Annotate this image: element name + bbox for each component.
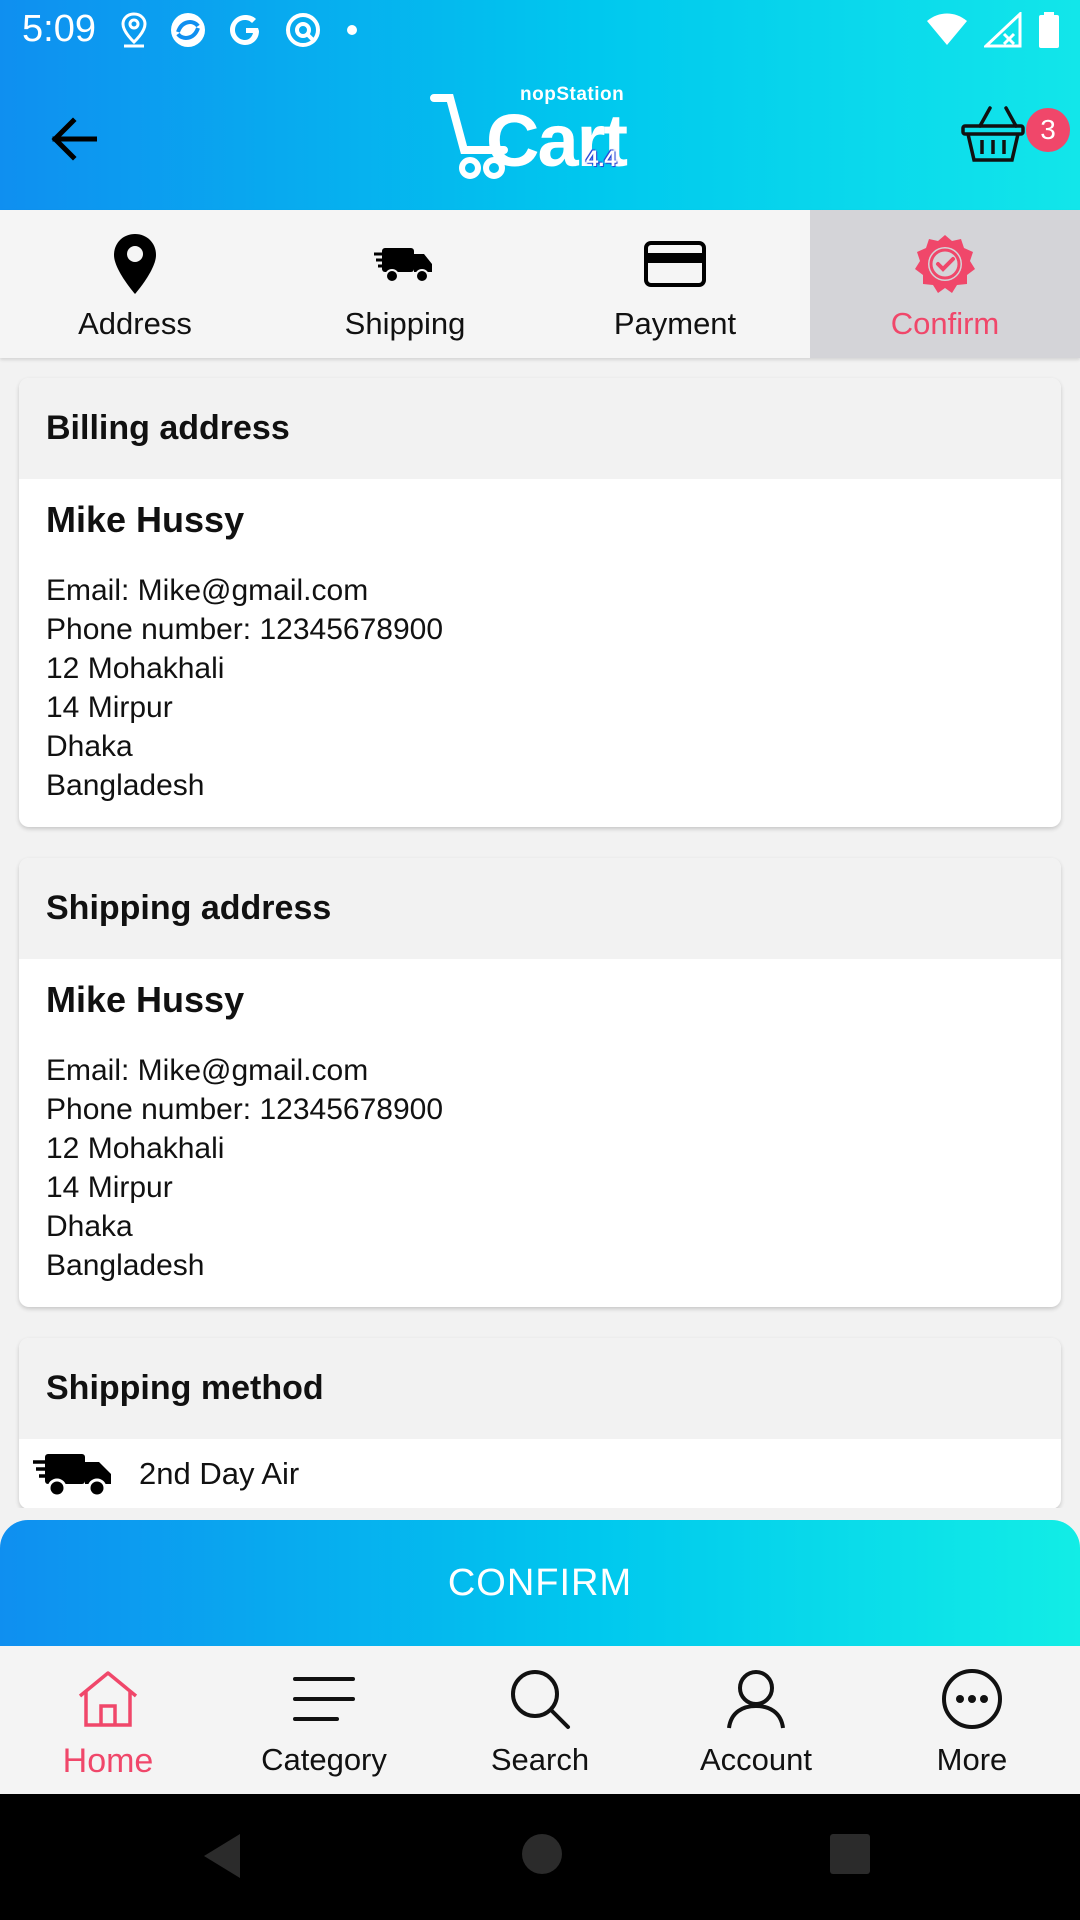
- nav-label-home: Home: [62, 1742, 154, 1780]
- arrow-back-icon: [51, 117, 97, 161]
- nav-label-category: Category: [261, 1742, 387, 1777]
- basket-icon: [961, 106, 1025, 162]
- confirm-content: Billing address Mike Hussy Email: Mike@g…: [0, 358, 1080, 1508]
- shipping-country: Bangladesh: [46, 1249, 205, 1282]
- menu-icon: [293, 1677, 355, 1721]
- step-label-shipping: Shipping: [344, 306, 466, 341]
- battery-icon: [1039, 12, 1059, 48]
- dot-status-icon: [347, 25, 357, 35]
- status-notification-icons: [120, 10, 362, 50]
- status-bar: 5:09: [0, 0, 1080, 64]
- app-status-icon: [171, 13, 205, 47]
- back-button[interactable]: [36, 102, 110, 176]
- verified-badge-icon: [915, 235, 975, 293]
- system-recents-icon[interactable]: [830, 1834, 870, 1874]
- billing-address2: 14 Mirpur: [46, 691, 173, 724]
- shipping-address-title: Shipping address: [19, 858, 1061, 959]
- nav-more[interactable]: More: [864, 1646, 1080, 1794]
- shipping-method-title: Shipping method: [19, 1338, 1061, 1439]
- shipping-address1: 12 Mohakhali: [46, 1132, 225, 1165]
- status-time: 5:09: [22, 8, 96, 50]
- billing-address-title: Billing address: [19, 378, 1061, 479]
- cellular-signal-icon: [984, 12, 1022, 48]
- nav-label-account: Account: [699, 1742, 812, 1777]
- nav-label-search: Search: [490, 1742, 590, 1777]
- billing-phone: Phone number: 12345678900: [46, 613, 444, 646]
- nav-search[interactable]: Search: [432, 1646, 648, 1794]
- shipping-method-card: Shipping method 2nd Day Air: [19, 1338, 1061, 1508]
- system-navigation-bar: [0, 1794, 1080, 1920]
- more-icon: [942, 1669, 1002, 1729]
- bottom-navigation: Home Category Search Account More: [0, 1646, 1080, 1794]
- nav-label-more: More: [936, 1742, 1008, 1777]
- billing-city: Dhaka: [46, 730, 133, 763]
- cart-button[interactable]: [960, 104, 1030, 174]
- location-pin-icon: [114, 234, 156, 294]
- step-label-confirm: Confirm: [890, 306, 1000, 341]
- confirm-button[interactable]: CONFIRM: [0, 1520, 1080, 1646]
- search-icon: [511, 1670, 570, 1729]
- shipping-address-card: Shipping address Mike Hussy Email: Mike@…: [19, 858, 1061, 1307]
- shipping-name: Mike Hussy: [46, 979, 245, 1020]
- shipping-method-row: 2nd Day Air: [19, 1439, 1061, 1508]
- truck-icon: [33, 1454, 111, 1498]
- app-logo: nopStation Cart 4.4: [430, 84, 650, 184]
- credit-card-icon: [644, 241, 706, 287]
- truck-icon: [374, 248, 432, 283]
- shipping-email: Email: Mike@gmail.com: [46, 1054, 369, 1087]
- app-header: 5:09 nopStation Cart 4.4 3: [0, 0, 1080, 210]
- billing-email: Email: Mike@gmail.com: [46, 574, 369, 607]
- shipping-phone: Phone number: 12345678900: [46, 1093, 444, 1126]
- nav-category[interactable]: Category: [216, 1646, 432, 1794]
- system-home-icon[interactable]: [522, 1834, 562, 1874]
- shipping-address2: 14 Mirpur: [46, 1171, 173, 1204]
- step-label-payment: Payment: [613, 306, 737, 341]
- home-icon: [78, 1671, 138, 1727]
- system-back-icon[interactable]: [200, 1832, 244, 1880]
- nav-account[interactable]: Account: [648, 1646, 864, 1794]
- nav-home[interactable]: Home: [0, 1646, 216, 1794]
- billing-address-card: Billing address Mike Hussy Email: Mike@g…: [19, 378, 1061, 827]
- checkout-steps: Address Shipping Payment Confirm: [0, 210, 1080, 358]
- step-payment[interactable]: Payment: [540, 210, 810, 358]
- billing-country: Bangladesh: [46, 769, 205, 802]
- step-shipping[interactable]: Shipping: [270, 210, 540, 358]
- account-icon: [727, 1670, 785, 1729]
- shipping-city: Dhaka: [46, 1210, 133, 1243]
- google-status-icon: [230, 15, 259, 45]
- sync-status-icon: [286, 13, 320, 47]
- status-system-icons: [926, 12, 1060, 48]
- cart-count-badge: 3: [1026, 108, 1070, 152]
- billing-address1: 12 Mohakhali: [46, 652, 225, 685]
- shipping-method-name: 2nd Day Air: [139, 1456, 300, 1491]
- location-status-icon: [121, 12, 147, 48]
- step-label-address: Address: [78, 306, 192, 341]
- step-confirm[interactable]: Confirm: [810, 210, 1080, 358]
- wifi-icon: [927, 13, 967, 45]
- logo-version: 4.4: [586, 146, 617, 171]
- step-address[interactable]: Address: [0, 210, 270, 358]
- billing-name: Mike Hussy: [46, 499, 245, 540]
- app-bar: nopStation Cart 4.4 3: [0, 64, 1080, 210]
